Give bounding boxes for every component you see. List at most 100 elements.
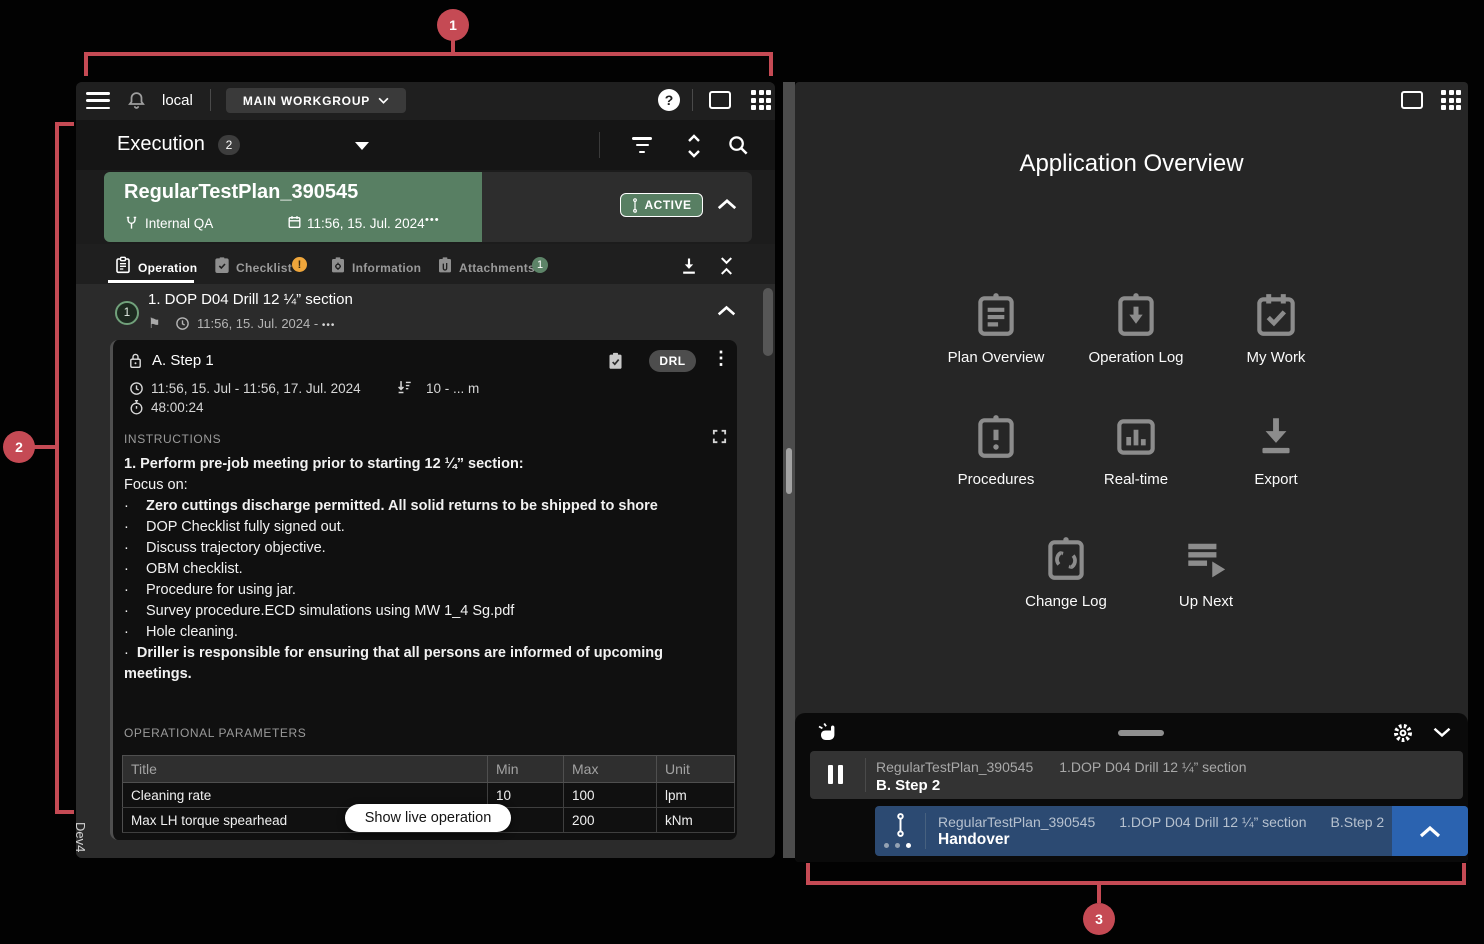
app-up-next[interactable]: Up Next [1136, 534, 1276, 610]
change-log-icon [1041, 534, 1091, 584]
section-progress-badge: 1 [115, 301, 139, 325]
view-title: Execution [117, 133, 205, 156]
attachments-count-badge: 1 [532, 257, 548, 273]
instruction-line: Focus on: [124, 475, 724, 496]
app-label: Real-time [1104, 471, 1168, 488]
app-label: My Work [1247, 349, 1306, 366]
branch-icon [124, 215, 139, 231]
app-change-log[interactable]: Change Log [996, 534, 1136, 610]
app-grid-icon[interactable] [751, 90, 771, 110]
dock-collapse-chevron-icon[interactable] [1432, 726, 1452, 739]
window-icon[interactable] [1401, 91, 1423, 109]
instruction-bullet: ·Procedure for using jar. [124, 580, 724, 601]
callout-1-tick-left [84, 52, 88, 76]
expand-step-button[interactable] [1392, 806, 1468, 856]
step-name: B.Step 2 [1331, 814, 1385, 830]
app-plan-overview[interactable]: Plan Overview [926, 290, 1066, 366]
app-label: Change Log [1025, 593, 1107, 610]
clock-icon [129, 381, 144, 396]
information-tab-icon [330, 256, 346, 274]
instruction-bullet: ·Discuss trajectory objective. [124, 538, 724, 559]
view-dropdown-caret-icon[interactable] [355, 142, 369, 150]
filter-icon[interactable] [630, 137, 654, 153]
table-header-row: Title Min Max Unit [123, 756, 735, 783]
app-label: Operation Log [1088, 349, 1183, 366]
procedures-icon [971, 412, 1021, 462]
app-operation-log[interactable]: Operation Log [1066, 290, 1206, 366]
col-min: Min [488, 756, 564, 783]
callout-1-bracket [84, 52, 773, 56]
tool-link-icon [894, 812, 907, 838]
app-grid-icon[interactable] [1441, 90, 1461, 110]
instruction-bullet: ·Hole cleaning. [124, 622, 724, 643]
plan-datetime: 11:56, 15. Jul. 2024 [307, 216, 425, 231]
active-row-meta: RegularTestPlan_3905451.DOP D04 Drill 12… [938, 814, 1384, 830]
tab-operation-label: Operation [138, 261, 197, 275]
instruction-bullet: ·OBM checklist. [124, 559, 724, 580]
kebab-menu-icon[interactable]: ⋮ [712, 348, 730, 369]
settings-gear-icon[interactable] [1391, 721, 1415, 745]
parameters-heading: OPERATIONAL PARAMETERS [124, 726, 306, 740]
instructions-text: 1. Perform pre-job meeting prior to star… [124, 454, 724, 685]
up-next-icon [1181, 534, 1231, 584]
lock-icon [128, 352, 143, 370]
divider-drag-handle[interactable] [786, 448, 792, 494]
my-work-icon [1251, 290, 1301, 340]
fullscreen-icon[interactable] [711, 428, 728, 445]
app-real-time[interactable]: Real-time [1066, 412, 1206, 488]
app-label: Up Next [1179, 593, 1233, 610]
real-time-icon [1111, 412, 1161, 462]
operation-tab-icon [115, 256, 131, 274]
plan-title: RegularTestPlan_390545 [124, 181, 358, 204]
section-collapse-chevron-icon[interactable] [716, 304, 737, 317]
notifications-bell-icon[interactable] [126, 89, 147, 112]
app-my-work[interactable]: My Work [1206, 290, 1346, 366]
divider [692, 89, 693, 111]
callout-3-tick-right [1462, 863, 1466, 885]
chevron-up-icon [1418, 824, 1442, 839]
active-status-label: ACTIVE [644, 198, 691, 212]
divider [210, 89, 211, 111]
show-live-operation-pill[interactable]: Show live operation [345, 804, 511, 832]
environment-label: local [162, 92, 193, 109]
instruction-bullet: ·DOP Checklist fully signed out. [124, 517, 724, 538]
step-depth-range: 10 - ... m [426, 381, 479, 396]
app-label: Plan Overview [948, 349, 1045, 366]
callout-3-stem [1097, 885, 1101, 903]
download-icon[interactable] [679, 256, 699, 276]
divider [925, 813, 926, 849]
help-icon[interactable]: ? [658, 89, 680, 111]
dock-drag-handle[interactable] [1118, 730, 1164, 736]
app-label: Procedures [958, 471, 1035, 488]
depth-icon [396, 379, 413, 397]
callout-2-connector [33, 445, 57, 449]
section-more-icon[interactable]: ••• [322, 320, 336, 331]
plan-overview-icon [971, 290, 1021, 340]
chevron-down-icon [378, 97, 389, 104]
divider [599, 132, 600, 158]
step-checkbox-icon[interactable] [607, 351, 624, 371]
step-title: A. Step 1 [152, 352, 214, 369]
sort-icon[interactable] [684, 133, 704, 159]
window-icon[interactable] [709, 91, 731, 109]
stopwatch-icon [129, 399, 144, 416]
app-procedures[interactable]: Procedures [926, 412, 1066, 488]
calendar-icon [287, 214, 302, 230]
collapse-all-icon[interactable] [717, 255, 736, 277]
col-title: Title [123, 756, 488, 783]
app-export[interactable]: Export [1206, 412, 1346, 488]
app-label: Export [1254, 471, 1297, 488]
export-icon [1251, 412, 1301, 462]
search-icon[interactable] [727, 134, 750, 157]
active-status-badge: ACTIVE [620, 193, 703, 217]
callout-3-bracket [806, 881, 1466, 885]
plan-collapse-chevron-icon[interactable] [716, 197, 738, 211]
plan-more-icon[interactable]: ••• [425, 214, 440, 226]
section-datetime: 11:56, 15. Jul. 2024 - ••• [197, 316, 335, 331]
workgroup-selector[interactable]: MAIN WORKGROUP [226, 88, 406, 113]
scrollbar-thumb[interactable] [763, 288, 773, 356]
pause-icon[interactable] [828, 765, 843, 784]
hamburger-menu-icon[interactable] [86, 92, 110, 109]
checklist-tab-icon [214, 256, 230, 274]
callout-1-badge: 1 [437, 9, 469, 41]
